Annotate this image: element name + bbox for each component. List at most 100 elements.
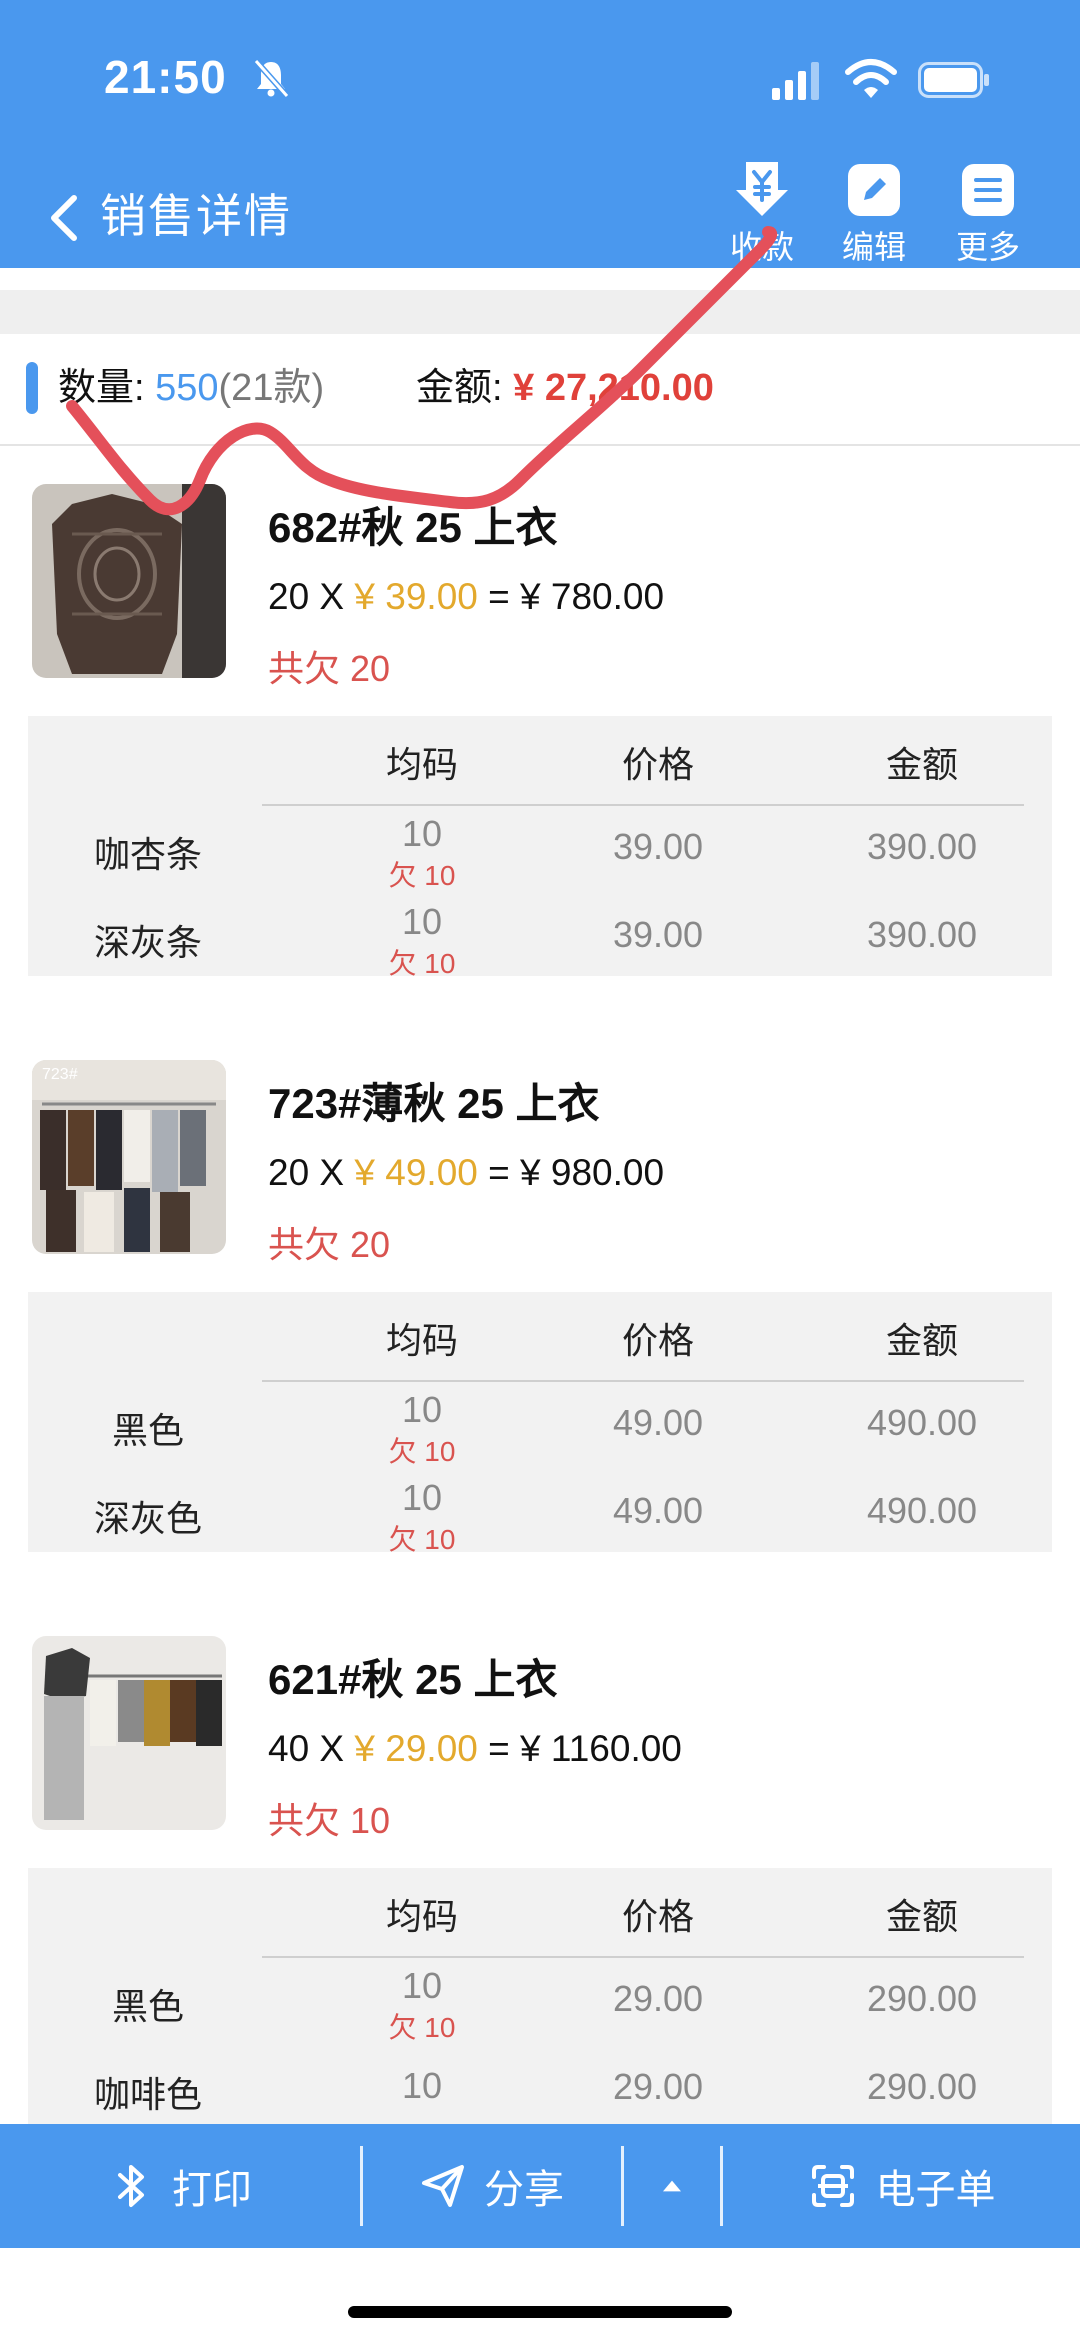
row-owed: 欠 10 xyxy=(388,2012,456,2043)
expand-button[interactable] xyxy=(624,2124,720,2248)
collect-payment-button[interactable]: 收款 xyxy=(712,160,812,268)
header-amount: 金额 xyxy=(885,744,958,785)
more-button[interactable]: 更多 xyxy=(938,160,1038,268)
battery-icon xyxy=(918,62,989,98)
wifi-icon xyxy=(845,59,897,98)
header-price: 价格 xyxy=(621,1320,694,1361)
row-owed: 欠 10 xyxy=(388,1436,456,1467)
row-owed: 欠 10 xyxy=(388,860,456,891)
product-name: 723#薄秋 25 上衣 xyxy=(268,1080,600,1127)
page-title: 销售详情 xyxy=(100,190,292,242)
more-label: 更多 xyxy=(955,229,1020,265)
variant-table: 均码 价格 金额 咖杏条 10 欠 10 39.00 390.00 深灰条 10… xyxy=(28,716,1052,979)
electronic-receipt-label: 电子单 xyxy=(875,2168,996,2212)
product-thumbnail[interactable] xyxy=(32,1636,226,1830)
row-color: 咖啡色 xyxy=(93,2074,202,2115)
row-qty: 10 xyxy=(401,901,443,942)
print-button[interactable]: 打印 xyxy=(0,2124,360,2248)
qty-label: 数量: xyxy=(58,367,145,409)
row-color: 深灰色 xyxy=(93,1498,202,1539)
qty-styles: (21款) xyxy=(218,367,325,409)
row-color: 黑色 xyxy=(111,1986,184,2027)
calc-price: ¥ 49.00 xyxy=(354,1152,478,1193)
table-divider xyxy=(262,1380,1024,1382)
row-color: 咖杏条 xyxy=(93,834,202,875)
summary-quantity: 数量: 550(21款) xyxy=(58,364,324,412)
yuan-download-icon xyxy=(736,162,788,216)
row-color: 黑色 xyxy=(111,1410,184,1451)
summary-accent-bar xyxy=(26,362,38,414)
row-qty: 10 xyxy=(401,813,443,854)
variant-table: 均码 价格 金额 黑色 10 欠 10 49.00 490.00 深灰色 10 … xyxy=(28,1292,1052,1555)
signal-icon xyxy=(772,62,819,100)
calc-total: = ¥ 780.00 xyxy=(477,576,665,617)
product-calculation: 20 X ¥ 49.00 = ¥ 980.00 xyxy=(268,1152,664,1194)
product-calculation: 20 X ¥ 39.00 = ¥ 780.00 xyxy=(268,576,664,618)
amount-label: 金额: xyxy=(416,367,503,409)
row-amount: 490.00 xyxy=(866,1490,978,1531)
calc-qty: 20 X xyxy=(268,576,355,617)
electronic-receipt-button[interactable]: 电子单 xyxy=(723,2124,1080,2248)
header-size: 均码 xyxy=(385,1320,458,1361)
amount-value: ¥ 27,210.00 xyxy=(513,367,714,409)
send-icon xyxy=(422,2165,464,2207)
app-header: 21:50 销售详情 收款 编辑 更多 xyxy=(0,0,1080,268)
edit-label: 编辑 xyxy=(841,229,906,265)
header-price: 价格 xyxy=(621,744,694,785)
calc-price: ¥ 39.00 xyxy=(354,576,478,617)
bottom-action-bar: 打印 分享 电子单 xyxy=(0,2124,1080,2248)
header-amount: 金额 xyxy=(885,1896,958,1937)
header-size: 均码 xyxy=(385,1896,458,1937)
calc-qty: 20 X xyxy=(268,1152,355,1193)
bell-muted-icon xyxy=(253,59,290,98)
section-gap xyxy=(0,290,1080,334)
home-indicator xyxy=(348,2306,732,2318)
bluetooth-icon xyxy=(118,2165,144,2207)
order-summary: 数量: 550(21款) 金额: ¥ 27,210.00 xyxy=(0,334,1080,446)
table-divider xyxy=(262,804,1024,806)
scan-receipt-icon xyxy=(811,2165,854,2207)
status-bar: 21:50 xyxy=(0,0,1080,160)
summary-amount: 金额: ¥ 27,210.00 xyxy=(416,364,714,412)
thumbnail-label: 723# xyxy=(42,1066,78,1083)
row-amount: 290.00 xyxy=(866,2066,978,2107)
calc-qty: 40 X xyxy=(268,1728,355,1769)
share-label: 分享 xyxy=(484,2168,564,2212)
nav-bar: 销售详情 收款 编辑 更多 xyxy=(0,160,1080,268)
caret-up-icon xyxy=(663,2180,681,2192)
qty-value: 550 xyxy=(155,367,219,409)
row-qty: 10 xyxy=(401,1477,443,1518)
row-amount: 490.00 xyxy=(866,1402,978,1443)
header-spacer xyxy=(0,268,1080,290)
row-owed: 欠 10 xyxy=(388,1524,456,1555)
calc-total: = ¥ 1160.00 xyxy=(477,1728,682,1769)
product-name: 621#秋 25 上衣 xyxy=(268,1656,558,1703)
row-price: 29.00 xyxy=(612,1978,704,2019)
product-owed: 共欠 20 xyxy=(268,648,391,689)
status-time: 21:50 xyxy=(104,51,227,103)
calc-total: = ¥ 980.00 xyxy=(477,1152,665,1193)
product-owed: 共欠 10 xyxy=(268,1800,391,1841)
product-thumbnail[interactable]: 723# xyxy=(32,1060,226,1254)
header-amount: 金额 xyxy=(885,1320,958,1361)
edit-button[interactable]: 编辑 xyxy=(824,160,924,268)
row-amount: 390.00 xyxy=(866,914,978,955)
row-color: 深灰条 xyxy=(93,922,202,963)
header-price: 价格 xyxy=(621,1896,694,1937)
row-owed: 欠 10 xyxy=(388,948,456,979)
row-price: 39.00 xyxy=(612,826,704,867)
row-qty: 10 xyxy=(401,1965,443,2006)
share-button[interactable]: 分享 xyxy=(363,2124,621,2248)
product-calculation: 40 X ¥ 29.00 = ¥ 1160.00 xyxy=(268,1728,682,1770)
header-size: 均码 xyxy=(385,744,458,785)
product-thumbnail[interactable] xyxy=(32,484,226,678)
row-qty: 10 xyxy=(401,1389,443,1430)
menu-icon xyxy=(962,164,1014,216)
back-chevron-icon[interactable] xyxy=(44,190,84,246)
row-amount: 290.00 xyxy=(866,1978,978,2019)
row-amount: 390.00 xyxy=(866,826,978,867)
table-divider xyxy=(262,1956,1024,1958)
row-price: 49.00 xyxy=(612,1402,704,1443)
edit-icon xyxy=(848,164,900,216)
collect-payment-label: 收款 xyxy=(729,229,794,265)
